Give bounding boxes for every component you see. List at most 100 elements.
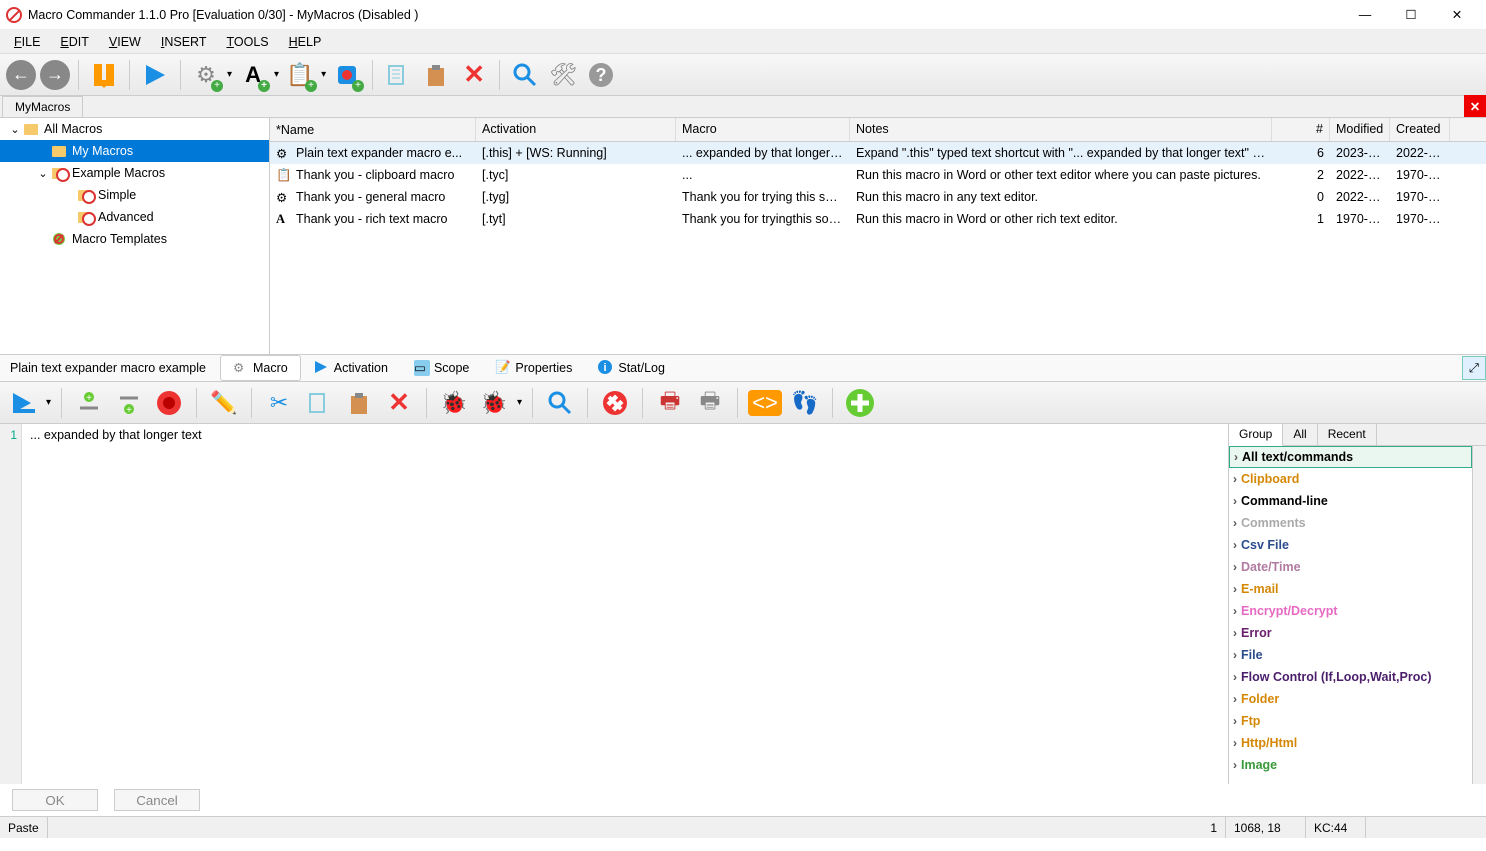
play-button[interactable]: [138, 58, 172, 92]
tab-activation[interactable]: Activation: [301, 355, 401, 381]
command-group[interactable]: ›Command-line: [1229, 490, 1472, 512]
macro-icon: A: [276, 212, 294, 226]
minimize-button[interactable]: —: [1342, 0, 1388, 30]
run-step-button[interactable]: [6, 386, 40, 420]
menu-insert[interactable]: INSERT: [151, 31, 217, 53]
paste-lines-button[interactable]: [342, 386, 376, 420]
command-group[interactable]: ›Http/Html: [1229, 732, 1472, 754]
command-group[interactable]: ›Image: [1229, 754, 1472, 776]
col-notes[interactable]: Notes: [850, 118, 1272, 141]
edit-button[interactable]: ✏️: [207, 386, 241, 420]
close-button[interactable]: ✕: [1434, 0, 1480, 30]
col-num[interactable]: #: [1272, 118, 1330, 141]
macro-icon: ⚙: [276, 146, 294, 160]
command-group[interactable]: ›Clipboard: [1229, 468, 1472, 490]
close-file-tab-icon[interactable]: ✕: [1464, 95, 1486, 117]
command-group[interactable]: ›Comments: [1229, 512, 1472, 534]
command-group[interactable]: ›File: [1229, 644, 1472, 666]
tree-macro-templates[interactable]: Macro Templates: [0, 228, 269, 250]
stop-button[interactable]: [598, 386, 632, 420]
search-button[interactable]: [508, 58, 542, 92]
separator: [737, 388, 738, 418]
steps-button[interactable]: 👣: [788, 386, 822, 420]
expand-icon[interactable]: ⤢: [1462, 356, 1486, 380]
menu-help[interactable]: HELP: [279, 31, 332, 53]
copy-lines-button[interactable]: [302, 386, 336, 420]
file-tab-mymacros[interactable]: MyMacros: [2, 96, 83, 117]
command-panel: Group All Recent ›All text/commands›Clip…: [1228, 424, 1486, 784]
command-group[interactable]: ›Csv File: [1229, 534, 1472, 556]
list-row[interactable]: AThank you - rich text macro[.tyt]Thank …: [270, 208, 1486, 230]
col-created[interactable]: Created: [1390, 118, 1450, 141]
col-modified[interactable]: Modified: [1330, 118, 1390, 141]
tools-button[interactable]: 🛠: [546, 58, 580, 92]
col-name[interactable]: *Name: [270, 118, 476, 141]
command-label: Flow Control (If,Loop,Wait,Proc): [1241, 670, 1431, 684]
cancel-button[interactable]: Cancel: [114, 789, 200, 811]
tree-my-macros[interactable]: My Macros: [0, 140, 269, 162]
chevron-right-icon: ›: [1233, 670, 1237, 684]
menu-file[interactable]: FILE: [4, 31, 50, 53]
print-button[interactable]: 🖶: [653, 386, 687, 420]
copy-button[interactable]: [381, 58, 415, 92]
command-group[interactable]: ›E-mail: [1229, 578, 1472, 600]
list-row[interactable]: ⚙Thank you - general macro[.tyg]Thank yo…: [270, 186, 1486, 208]
add-gear-button[interactable]: ⚙: [189, 58, 223, 92]
col-activation[interactable]: Activation: [476, 118, 676, 141]
command-label: File: [1241, 648, 1263, 662]
tree-simple[interactable]: Simple: [0, 184, 269, 206]
column-headers[interactable]: *Name Activation Macro Notes # Modified …: [270, 118, 1486, 142]
bug-red-button[interactable]: 🐞: [437, 386, 471, 420]
command-group[interactable]: ›Encrypt/Decrypt: [1229, 600, 1472, 622]
macro-name: Plain text expander macro e...: [296, 146, 462, 160]
nav-back-button[interactable]: ←: [6, 60, 36, 90]
help-button[interactable]: ?: [584, 58, 618, 92]
tree-all-macros[interactable]: ⌄ All Macros: [0, 118, 269, 140]
record-button[interactable]: [152, 386, 186, 420]
chevron-right-icon: ›: [1233, 626, 1237, 640]
command-group[interactable]: ›Folder: [1229, 688, 1472, 710]
save-button[interactable]: [87, 58, 121, 92]
delete-button[interactable]: ✕: [457, 58, 491, 92]
menu-edit[interactable]: EDIT: [50, 31, 98, 53]
macro-editor[interactable]: ... expanded by that longer text: [22, 424, 1228, 784]
command-group[interactable]: ›Ftp: [1229, 710, 1472, 732]
bug-gray-button[interactable]: 🐞: [477, 386, 511, 420]
command-scrollbar[interactable]: [1472, 446, 1486, 784]
add-below-button[interactable]: +: [112, 386, 146, 420]
paste-button[interactable]: [419, 58, 453, 92]
tab-statlog[interactable]: iStat/Log: [585, 355, 678, 381]
tab-properties[interactable]: 📝Properties: [482, 355, 585, 381]
command-group[interactable]: › Flow Control (If,Loop,Wait,Proc): [1229, 666, 1472, 688]
add-text-button[interactable]: A: [236, 58, 270, 92]
tree-example-macros[interactable]: ⌄ Example Macros: [0, 162, 269, 184]
list-row[interactable]: 📋Thank you - clipboard macro[.tyc]...Run…: [270, 164, 1486, 186]
cmd-tab-recent[interactable]: Recent: [1318, 424, 1377, 445]
col-macro[interactable]: Macro: [676, 118, 850, 141]
cut-button[interactable]: ✂: [262, 386, 296, 420]
add-clipboard-button[interactable]: 📋: [283, 58, 317, 92]
add-above-button[interactable]: +: [72, 386, 106, 420]
cmd-tab-all[interactable]: All: [1283, 424, 1317, 445]
menu-view[interactable]: VIEW: [99, 31, 151, 53]
command-group[interactable]: ›Error: [1229, 622, 1472, 644]
menu-tools[interactable]: TOOLS: [216, 31, 278, 53]
find-button[interactable]: [543, 386, 577, 420]
maximize-button[interactable]: ☐: [1388, 0, 1434, 30]
add-command-button[interactable]: [843, 386, 877, 420]
tab-macro[interactable]: ⚙Macro: [220, 355, 301, 381]
nav-forward-button[interactable]: →: [40, 60, 70, 90]
macro-name: Thank you - general macro: [296, 190, 445, 204]
macro-list: *Name Activation Macro Notes # Modified …: [270, 118, 1486, 354]
tree-advanced[interactable]: Advanced: [0, 206, 269, 228]
command-group[interactable]: ›Date/Time: [1229, 556, 1472, 578]
command-group[interactable]: ›All text/commands: [1229, 446, 1472, 468]
code-button[interactable]: <>: [748, 390, 782, 416]
delete-line-button[interactable]: ✕: [382, 386, 416, 420]
print-preview-button[interactable]: 🖶: [693, 386, 727, 420]
tab-scope[interactable]: ▭Scope: [401, 355, 482, 381]
cmd-tab-group[interactable]: Group: [1229, 424, 1283, 446]
list-row[interactable]: ⚙Plain text expander macro e...[.this] +…: [270, 142, 1486, 164]
add-record-button[interactable]: [330, 58, 364, 92]
ok-button[interactable]: OK: [12, 789, 98, 811]
